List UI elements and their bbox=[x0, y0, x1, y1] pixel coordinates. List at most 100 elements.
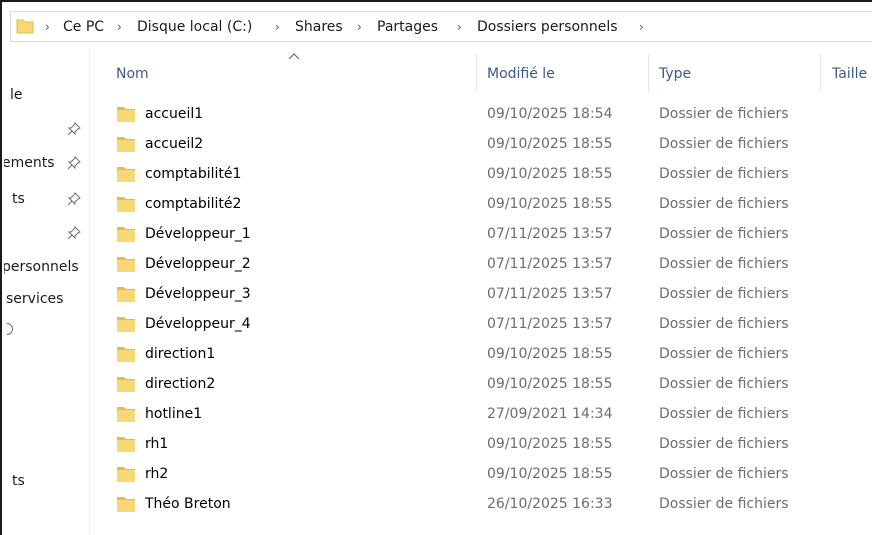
breadcrumb-partages[interactable]: Partages bbox=[377, 18, 438, 36]
file-row[interactable]: comptabilité1 09/10/2025 18:55 Dossier de … bbox=[90, 160, 872, 190]
file-name[interactable]: hotline1 bbox=[145, 405, 202, 423]
nav-item[interactable] bbox=[4, 224, 89, 244]
file-name[interactable]: direction1 bbox=[145, 345, 215, 363]
file-type: Dossier de fichiers bbox=[659, 496, 789, 512]
sort-ascending-icon[interactable] bbox=[288, 52, 300, 60]
chevron-right-icon[interactable]: › bbox=[117, 18, 122, 36]
chevron-right-icon[interactable]: › bbox=[357, 18, 362, 36]
file-row[interactable]: direction2 09/10/2025 18:55 Dossier de fic… bbox=[90, 370, 872, 400]
file-row[interactable]: Développeur_2 07/11/2025 13:57 Dossier de … bbox=[90, 250, 872, 280]
file-name[interactable]: comptabilité2 bbox=[145, 195, 241, 213]
breadcrumb-disque-local[interactable]: Disque local (C:) bbox=[137, 18, 252, 36]
file-name[interactable]: rh1 bbox=[145, 435, 168, 453]
folder-icon bbox=[117, 407, 135, 422]
file-type: Dossier de fichiers bbox=[659, 166, 789, 182]
file-modified-date: 07/11/2025 13:57 bbox=[487, 256, 613, 272]
file-modified-date: 09/10/2025 18:55 bbox=[487, 466, 613, 482]
file-name[interactable]: direction2 bbox=[145, 375, 215, 393]
nav-item-label: services bbox=[6, 291, 64, 307]
column-header: Nom Modifié le Type Taille bbox=[90, 50, 872, 92]
breadcrumb-dossiers-personnels[interactable]: Dossiers personnels bbox=[477, 18, 618, 36]
window-top-border bbox=[2, 0, 872, 2]
breadcrumb-ce-pc[interactable]: Ce PC bbox=[63, 18, 104, 36]
file-type: Dossier de fichiers bbox=[659, 436, 789, 452]
chevron-right-icon[interactable]: › bbox=[457, 18, 462, 36]
file-row[interactable]: accueil2 09/10/2025 18:55 Dossier de fichi… bbox=[90, 130, 872, 160]
file-row[interactable]: Développeur_1 07/11/2025 13:57 Dossier de … bbox=[90, 220, 872, 250]
file-row[interactable]: rh1 09/10/2025 18:55 Dossier de fichiers bbox=[90, 430, 872, 460]
file-type: Dossier de fichiers bbox=[659, 106, 789, 122]
nav-item-label: le bbox=[10, 87, 23, 103]
column-divider[interactable] bbox=[476, 54, 477, 92]
file-name[interactable]: Développeur_2 bbox=[145, 255, 251, 273]
folder-icon bbox=[117, 437, 135, 452]
folder-icon bbox=[117, 497, 135, 512]
file-modified-date: 09/10/2025 18:55 bbox=[487, 436, 613, 452]
folder-icon bbox=[117, 377, 135, 392]
chevron-right-icon[interactable]: › bbox=[45, 18, 50, 36]
file-modified-date: 09/10/2025 18:55 bbox=[487, 376, 613, 392]
chevron-right-icon[interactable]: › bbox=[275, 18, 280, 36]
column-header-size[interactable]: Taille bbox=[832, 65, 867, 83]
breadcrumb-shares[interactable]: Shares bbox=[295, 18, 343, 36]
folder-icon bbox=[117, 227, 135, 242]
file-modified-date: 09/10/2025 18:55 bbox=[487, 196, 613, 212]
column-divider[interactable] bbox=[820, 54, 821, 92]
folder-icon bbox=[117, 347, 135, 362]
folder-icon bbox=[117, 107, 135, 122]
pin-icon bbox=[67, 156, 81, 170]
pin-icon bbox=[67, 122, 81, 136]
file-row[interactable]: Développeur_4 07/11/2025 13:57 Dossier de … bbox=[90, 310, 872, 340]
folder-icon bbox=[16, 19, 34, 34]
folder-icon bbox=[117, 137, 135, 152]
file-type: Dossier de fichiers bbox=[659, 286, 789, 302]
file-row[interactable]: Théo Breton 26/10/2025 16:33 Dossier de fi… bbox=[90, 490, 872, 520]
file-type: Dossier de fichiers bbox=[659, 346, 789, 362]
file-name[interactable]: Développeur_4 bbox=[145, 315, 251, 333]
file-type: Dossier de fichiers bbox=[659, 316, 789, 332]
file-row[interactable]: Développeur_3 07/11/2025 13:57 Dossier de … bbox=[90, 280, 872, 310]
file-name[interactable]: Développeur_1 bbox=[145, 225, 251, 243]
file-modified-date: 09/10/2025 18:55 bbox=[487, 346, 613, 362]
file-type: Dossier de fichiers bbox=[659, 136, 789, 152]
column-header-name[interactable]: Nom bbox=[116, 65, 149, 83]
file-type: Dossier de fichiers bbox=[659, 196, 789, 212]
file-modified-date: 07/11/2025 13:57 bbox=[487, 316, 613, 332]
file-row[interactable]: direction1 09/10/2025 18:55 Dossier de fic… bbox=[90, 340, 872, 370]
file-type: Dossier de fichiers bbox=[659, 376, 789, 392]
folder-icon bbox=[117, 467, 135, 482]
folder-icon bbox=[117, 287, 135, 302]
file-type: Dossier de fichiers bbox=[659, 406, 789, 422]
nav-item[interactable]: ements bbox=[4, 154, 89, 174]
file-row[interactable]: rh2 09/10/2025 18:55 Dossier de fichiers bbox=[90, 460, 872, 490]
nav-item-label: personnels bbox=[4, 259, 79, 275]
file-type: Dossier de fichiers bbox=[659, 226, 789, 242]
folder-icon bbox=[117, 197, 135, 212]
file-name[interactable]: comptabilité1 bbox=[145, 165, 241, 183]
file-name[interactable]: Développeur_3 bbox=[145, 285, 251, 303]
file-row[interactable]: hotline1 27/09/2021 14:34 Dossier de fichi… bbox=[90, 400, 872, 430]
chevron-right-icon[interactable]: › bbox=[639, 18, 644, 36]
column-header-type[interactable]: Type bbox=[659, 65, 691, 83]
nav-item-label: ts bbox=[12, 473, 25, 489]
file-row[interactable]: comptabilité2 09/10/2025 18:55 Dossier de … bbox=[90, 190, 872, 220]
file-name[interactable]: accueil2 bbox=[145, 135, 203, 153]
file-modified-date: 07/11/2025 13:57 bbox=[487, 226, 613, 242]
file-row[interactable]: accueil1 09/10/2025 18:54 Dossier de fichi… bbox=[90, 100, 872, 130]
address-bar[interactable]: › Ce PC › Disque local (C:) › Shares › P… bbox=[10, 11, 872, 42]
file-type: Dossier de fichiers bbox=[659, 466, 789, 482]
folder-icon bbox=[117, 257, 135, 272]
file-name[interactable]: Théo Breton bbox=[145, 495, 231, 513]
pin-icon bbox=[67, 192, 81, 206]
file-name[interactable]: accueil1 bbox=[145, 105, 203, 123]
file-name[interactable]: rh2 bbox=[145, 465, 168, 483]
file-modified-date: 26/10/2025 16:33 bbox=[487, 496, 613, 512]
nav-item[interactable]: ts bbox=[4, 190, 89, 210]
file-type: Dossier de fichiers bbox=[659, 256, 789, 272]
column-divider[interactable] bbox=[648, 54, 649, 92]
pin-icon bbox=[67, 226, 81, 240]
navigation-pane: le ements ts personnels services ts bbox=[4, 44, 90, 535]
folder-icon bbox=[117, 167, 135, 182]
nav-item[interactable] bbox=[4, 120, 89, 140]
column-header-modified[interactable]: Modifié le bbox=[487, 65, 555, 83]
